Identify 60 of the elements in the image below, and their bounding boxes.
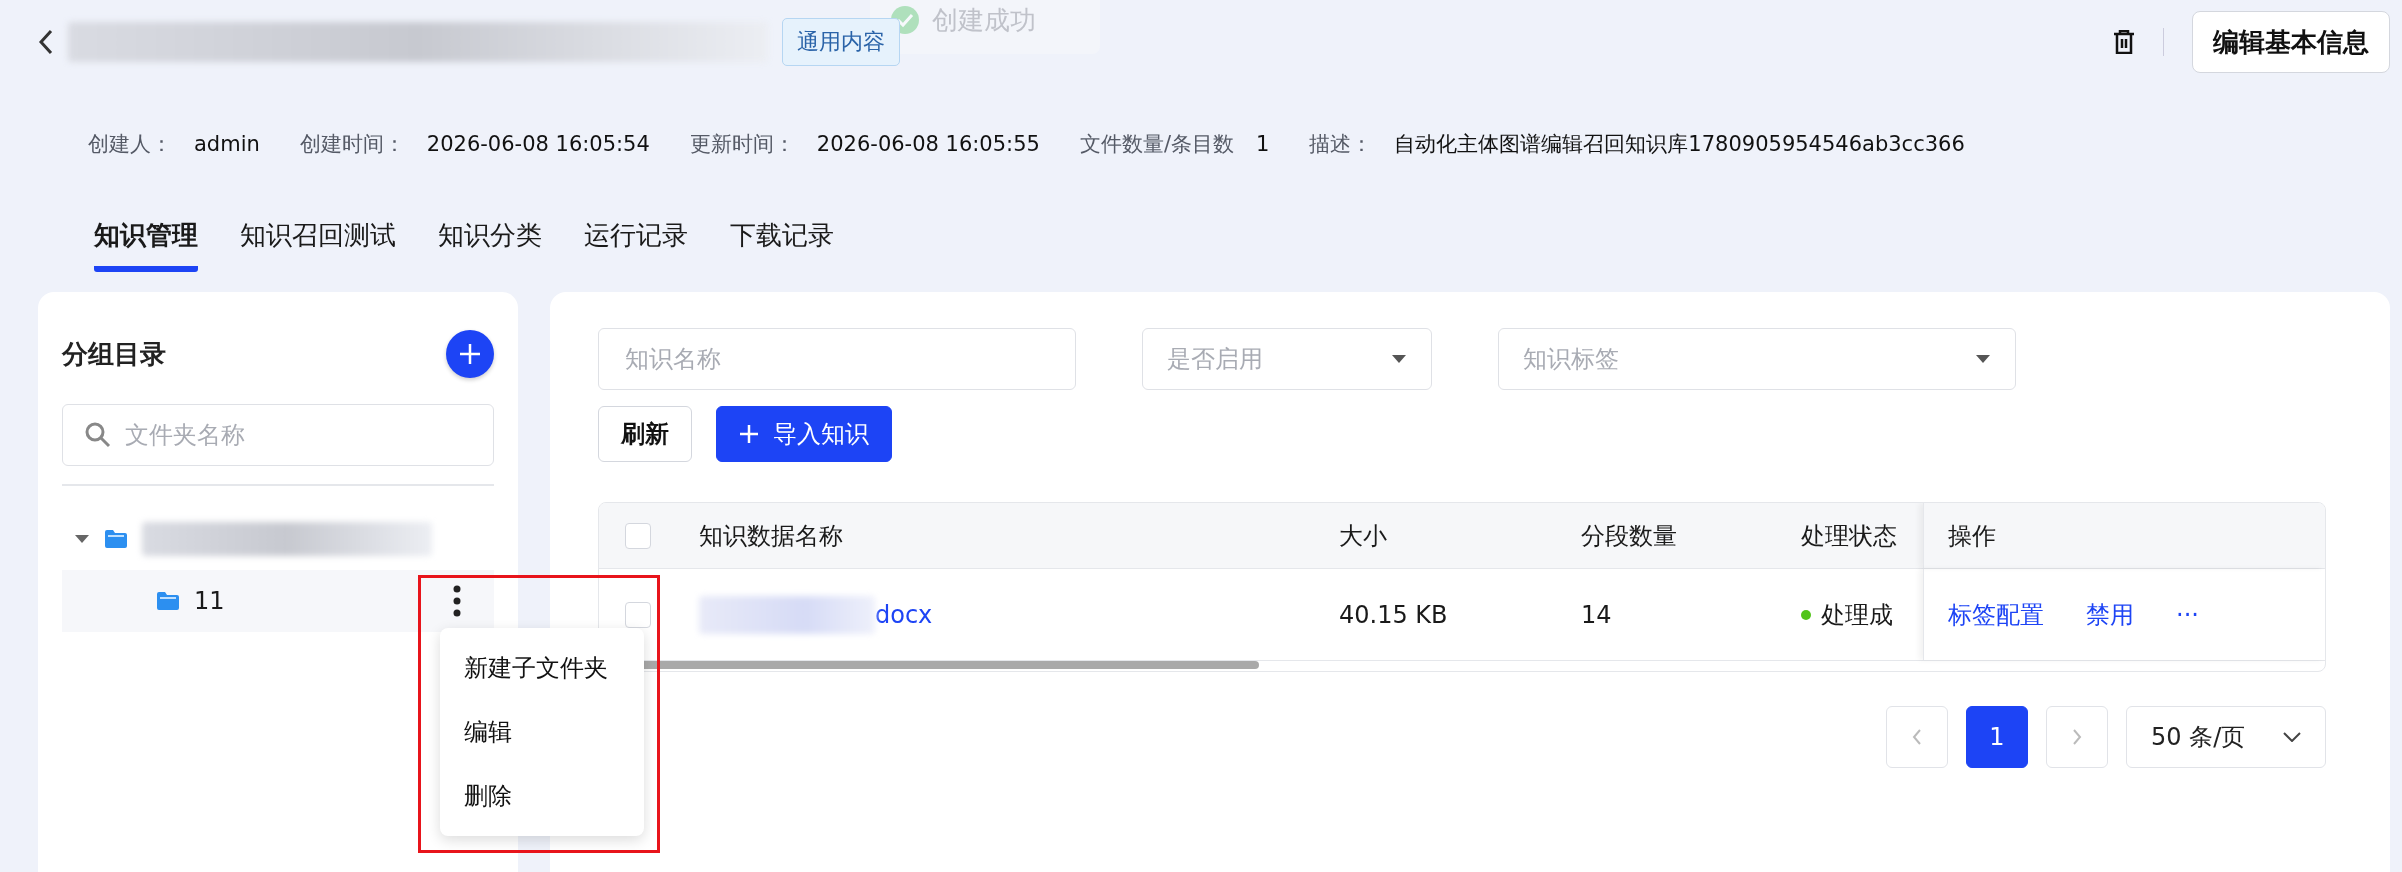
meta-value: 自动化主体图谱编辑召回知识库1780905954546ab3cc366 [1394,131,1965,158]
tab[interactable]: 知识管理 [94,204,198,272]
column-header: 知识数据名称 [699,520,843,552]
search-icon [85,422,111,448]
menu-item[interactable]: 编辑 [440,700,644,764]
chevron-left-icon [1912,729,1922,745]
column-header: 分段数量 [1581,520,1677,552]
name-field[interactable]: 知识名称 [598,328,1076,390]
back-icon[interactable] [38,29,54,55]
import-button[interactable]: 导入知识 [716,406,892,462]
column-header: 处理状态 [1801,520,1897,552]
column-header: 大小 [1339,520,1387,552]
plus-icon [739,424,759,444]
tab[interactable]: 知识召回测试 [240,204,396,272]
meta-label: 文件数量/条目数 [1079,131,1234,158]
row-checkbox[interactable] [625,601,651,628]
meta-value: admin [194,132,260,156]
tab[interactable]: 运行记录 [584,204,688,272]
content-tag: 通用内容 [782,18,900,66]
action-link[interactable]: 标签配置 [1948,598,2044,631]
edit-info-button[interactable]: 编辑基本信息 [2192,11,2390,73]
folder-icon [104,529,128,549]
meta-value: 2026-06-08 16:05:54 [426,132,650,156]
prev-page-button[interactable] [1886,706,1948,768]
column-header: 操作 [1948,520,1996,552]
table-cell: 14 [1581,600,1612,629]
plus-icon [458,342,482,366]
meta-label: 更新时间： [689,131,795,158]
panel-title: 分组目录 [62,337,166,371]
tree-item[interactable]: 11 [62,570,494,632]
action-link[interactable]: 禁用 [2086,598,2134,631]
tab[interactable]: 知识分类 [438,204,542,272]
meta-label: 描述： [1309,131,1373,158]
menu-item[interactable]: 删除 [440,764,644,828]
status-text: 处理成 [1821,599,1893,631]
select-all-checkbox[interactable] [625,522,651,549]
table-cell: 40.15 KB [1339,600,1448,629]
dropdown-caret-icon [1975,354,1991,364]
search-field[interactable]: 文件夹名称 [62,404,494,466]
next-page-button[interactable] [2046,706,2108,768]
expand-caret-icon [74,534,90,544]
meta-label: 创建时间： [299,131,405,158]
page-size-select[interactable]: 50 条/页 [2126,706,2326,768]
meta-value: 2026-06-08 16:05:55 [816,132,1040,156]
page-button[interactable]: 1 [1966,706,2028,768]
add-button[interactable] [446,330,494,378]
file-link[interactable]: docx [875,600,933,629]
folder-icon [156,591,180,611]
chevron-right-icon [2072,729,2082,745]
folder-name: 11 [194,587,225,615]
action-link[interactable]: ··· [2176,600,2199,629]
refresh-button[interactable]: 刷新 [598,406,692,462]
check-icon [890,5,920,35]
trash-icon[interactable] [2113,30,2135,54]
dropdown-caret-icon [1391,354,1407,364]
meta-label: 创建人： [88,131,172,158]
menu-item[interactable]: 新建子文件夹 [440,636,644,700]
chevron-down-icon [2283,732,2301,742]
tab[interactable]: 下载记录 [730,204,834,272]
meta-value: 1 [1256,132,1270,156]
